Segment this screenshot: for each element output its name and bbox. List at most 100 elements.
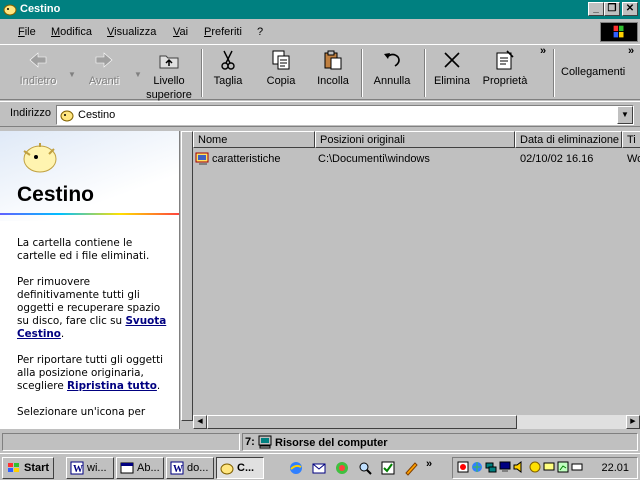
menu-visualizza[interactable]: Visualizza	[107, 26, 156, 38]
links-label[interactable]: Collegamenti	[561, 66, 625, 78]
address-value: Cestino	[78, 109, 116, 121]
toolbar: Indietro ▼ Avanti ▼ Livello superiore Tag…	[0, 44, 640, 101]
menu-modifica[interactable]: Modifica	[51, 26, 92, 38]
svg-text:W: W	[73, 464, 83, 475]
recycle-bin-icon	[220, 463, 234, 475]
scissors-icon	[221, 50, 235, 70]
start-button[interactable]: Start	[2, 457, 54, 479]
undo-icon	[384, 53, 400, 67]
menu-vai[interactable]: Vai	[173, 26, 188, 38]
tray-monitor-icon[interactable]	[499, 461, 511, 473]
address-dropdown-button[interactable]: ▼	[617, 106, 633, 124]
forward-label: Avanti	[88, 75, 120, 87]
search-icon[interactable]	[357, 460, 373, 476]
delete-button[interactable]: Elimina	[430, 47, 474, 99]
scroll-right-button[interactable]: ▶	[626, 415, 640, 429]
row-name: caratteristiche	[212, 153, 281, 165]
task-word-2[interactable]: W do...	[166, 457, 214, 479]
up-level-button[interactable]: Livello superiore	[144, 47, 194, 101]
outlook-icon[interactable]	[311, 460, 327, 476]
tray-volume-icon[interactable]	[513, 461, 525, 473]
tray-keyboard-icon[interactable]	[571, 461, 583, 473]
column-header-name[interactable]: Nome	[193, 131, 315, 148]
undo-button[interactable]: Annulla	[368, 47, 416, 99]
recycle-bin-large-icon	[23, 143, 57, 173]
vertical-scrollbar[interactable]	[181, 131, 193, 429]
status-zone: 7: Risorse del computer	[242, 433, 638, 451]
menu-bar: File Modifica Visualizza Vai Preferiti ?	[0, 20, 640, 44]
forward-button[interactable]: Avanti	[82, 47, 126, 99]
column-header-location[interactable]: Posizioni originali	[315, 131, 515, 148]
tray-network-icon[interactable]	[485, 461, 497, 473]
clock[interactable]: 22.01	[601, 462, 629, 474]
internet-explorer-icon[interactable]	[288, 460, 304, 476]
cut-label: Taglia	[213, 75, 243, 87]
paste-icon	[324, 50, 342, 70]
copy-button[interactable]: Copia	[261, 47, 301, 99]
panel-title-rule	[0, 213, 179, 215]
up-level-label-line1: Livello	[153, 75, 185, 87]
task-word-1[interactable]: W wi...	[66, 457, 114, 479]
back-button[interactable]: Indietro	[14, 47, 62, 99]
windows-logo-icon	[600, 22, 638, 42]
undo-label: Annulla	[373, 75, 411, 87]
status-bar: . 7: Risorse del computer	[0, 431, 640, 453]
quicklaunch-more-chevron[interactable]: »	[426, 458, 432, 470]
file-list: Nome Posizioni originali Data di elimina…	[193, 131, 640, 429]
menu-preferiti[interactable]: Preferiti	[204, 26, 242, 38]
task-label: C...	[237, 462, 255, 474]
system-tray: 22.01	[452, 457, 638, 479]
toolbar-more-chevron[interactable]: »	[540, 45, 546, 57]
toolbar-separator	[424, 49, 426, 97]
delete-x-icon	[444, 52, 460, 68]
tray-scheduler-icon[interactable]	[457, 461, 469, 473]
delete-label: Elimina	[433, 75, 471, 87]
task-recycle-bin[interactable]: C...	[216, 457, 264, 479]
tray-antivirus-icon[interactable]	[529, 461, 541, 473]
forward-dropdown-icon[interactable]: ▼	[134, 70, 142, 79]
recycle-bin-icon	[60, 110, 74, 122]
forward-arrow-icon	[95, 52, 113, 68]
tray-display-icon[interactable]	[543, 461, 555, 473]
toolbar-separator	[201, 49, 203, 97]
task-explorer[interactable]: Ab...	[116, 457, 164, 479]
panel-para-1: La cartella contiene le cartelle ed i fi…	[17, 237, 150, 262]
vertical-scroll-thumb[interactable]	[181, 131, 193, 421]
column-header-type[interactable]: Ti	[622, 131, 640, 148]
address-bar: Indirizzo Cestino ▼	[0, 101, 640, 127]
properties-button[interactable]: Proprietà	[480, 47, 530, 99]
status-count-text: 7:	[245, 436, 255, 448]
svg-text:W: W	[173, 464, 183, 475]
pen-icon[interactable]	[403, 460, 419, 476]
tray-chart-icon[interactable]	[557, 461, 569, 473]
toolbar-separator	[361, 49, 363, 97]
task-label: do...	[187, 462, 209, 474]
column-header-date[interactable]: Data di eliminazione	[515, 131, 622, 148]
web-view-panel: Cestino La cartella contiene le cartelle…	[0, 131, 180, 429]
title-bar[interactable]: Cestino _ ❐ ✕	[0, 0, 640, 19]
properties-label: Proprietà	[482, 75, 528, 87]
channels-icon[interactable]	[334, 460, 350, 476]
recycle-bin-icon	[3, 4, 17, 16]
address-field[interactable]: Cestino ▼	[56, 105, 634, 125]
word-document-icon: W	[70, 461, 84, 475]
horizontal-scrollbar[interactable]: ◀ ▶	[193, 415, 640, 429]
check-tool-icon[interactable]	[380, 460, 396, 476]
minimize-button[interactable]: _	[588, 2, 604, 16]
menu-file[interactable]: File	[18, 26, 36, 38]
panel-title: Cestino	[17, 183, 95, 206]
my-computer-icon	[258, 435, 272, 449]
tray-globe-icon[interactable]	[471, 461, 483, 473]
maximize-button[interactable]: ❐	[604, 2, 620, 16]
cut-button[interactable]: Taglia	[208, 47, 248, 99]
back-dropdown-icon[interactable]: ▼	[68, 70, 76, 79]
table-row[interactable]: caratteristiche C:\Documenti\windows 02/…	[193, 152, 640, 168]
explorer-window-icon	[120, 462, 134, 474]
scroll-left-button[interactable]: ◀	[193, 415, 207, 429]
links-more-chevron[interactable]: »	[628, 45, 634, 57]
paste-button[interactable]: Incolla	[312, 47, 354, 99]
restore-all-link[interactable]: Ripristina tutto	[67, 380, 157, 392]
horizontal-scroll-thumb[interactable]	[207, 415, 517, 429]
menu-help[interactable]: ?	[257, 26, 263, 38]
close-button[interactable]: ✕	[622, 2, 638, 16]
